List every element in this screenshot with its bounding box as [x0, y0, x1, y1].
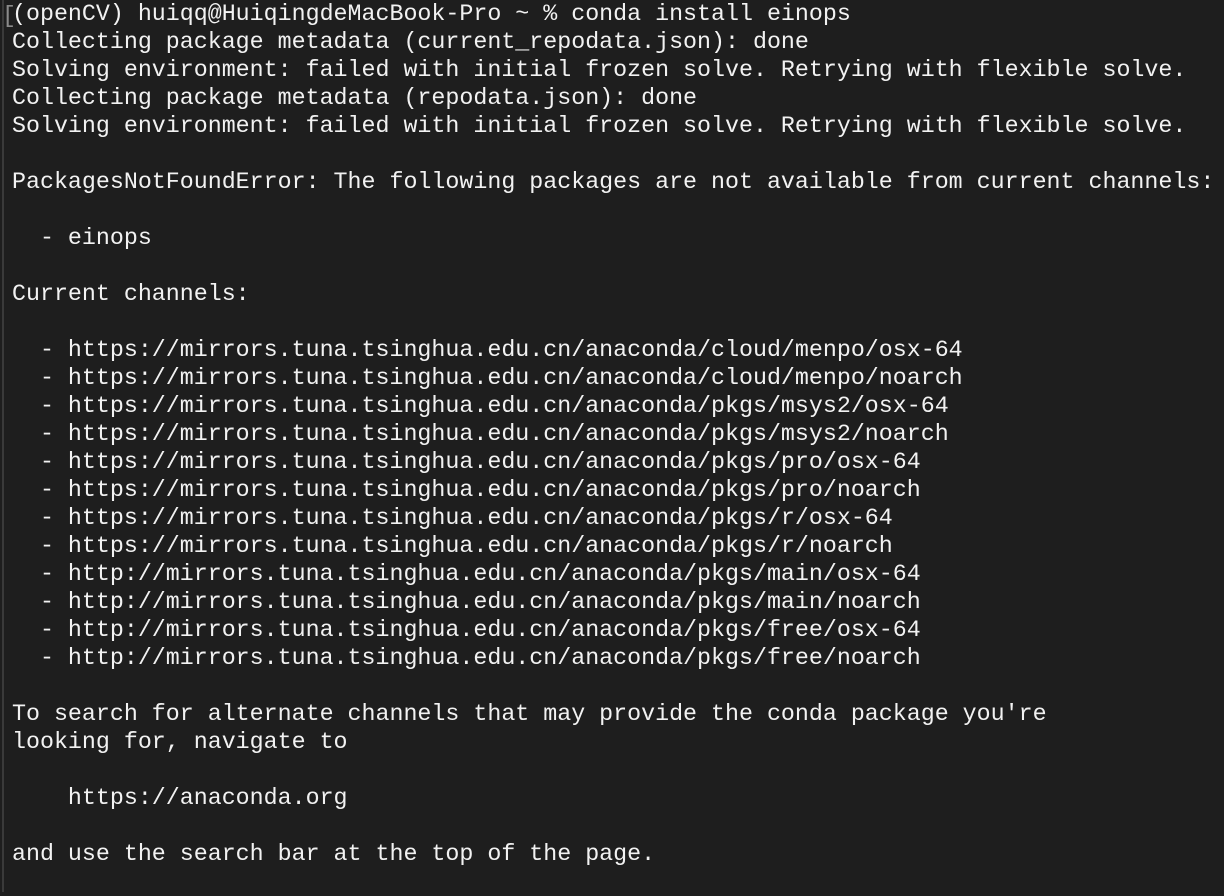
output-line: Solving environment: failed with initial…	[12, 57, 1187, 83]
output-line: - http://mirrors.tuna.tsinghua.edu.cn/an…	[12, 645, 921, 671]
output-line: - https://mirrors.tuna.tsinghua.edu.cn/a…	[12, 393, 949, 419]
output-line: To search for alternate channels that ma…	[12, 701, 1047, 727]
output-line: - https://mirrors.tuna.tsinghua.edu.cn/a…	[12, 505, 893, 531]
output-line: Collecting package metadata (current_rep…	[12, 29, 809, 55]
output-line: - https://mirrors.tuna.tsinghua.edu.cn/a…	[12, 477, 921, 503]
terminal-output[interactable]: (openCV) huiqq@HuiqingdeMacBook-Pro ~ % …	[12, 0, 1214, 896]
command-line: (openCV) huiqq@HuiqingdeMacBook-Pro ~ % …	[12, 1, 851, 27]
output-line: Solving environment: failed with initial…	[12, 113, 1187, 139]
output-line: - http://mirrors.tuna.tsinghua.edu.cn/an…	[12, 589, 921, 615]
output-line: Current channels:	[12, 281, 250, 307]
output-line: - https://mirrors.tuna.tsinghua.edu.cn/a…	[12, 533, 893, 559]
output-line: Collecting package metadata (repodata.js…	[12, 85, 698, 111]
output-line: - http://mirrors.tuna.tsinghua.edu.cn/an…	[12, 617, 921, 643]
output-line: PackagesNotFoundError: The following pac…	[12, 169, 1215, 195]
output-line: - https://mirrors.tuna.tsinghua.edu.cn/a…	[12, 337, 963, 363]
output-line: looking for, navigate to	[12, 729, 348, 755]
output-line: - https://mirrors.tuna.tsinghua.edu.cn/a…	[12, 421, 949, 447]
window-left-border	[2, 0, 4, 892]
output-line: - einops	[12, 225, 152, 251]
output-line: and use the search bar at the top of the…	[12, 841, 656, 867]
output-line: - http://mirrors.tuna.tsinghua.edu.cn/an…	[12, 561, 921, 587]
output-line: - https://mirrors.tuna.tsinghua.edu.cn/a…	[12, 365, 963, 391]
output-line: https://anaconda.org	[12, 785, 348, 811]
output-line: - https://mirrors.tuna.tsinghua.edu.cn/a…	[12, 449, 921, 475]
